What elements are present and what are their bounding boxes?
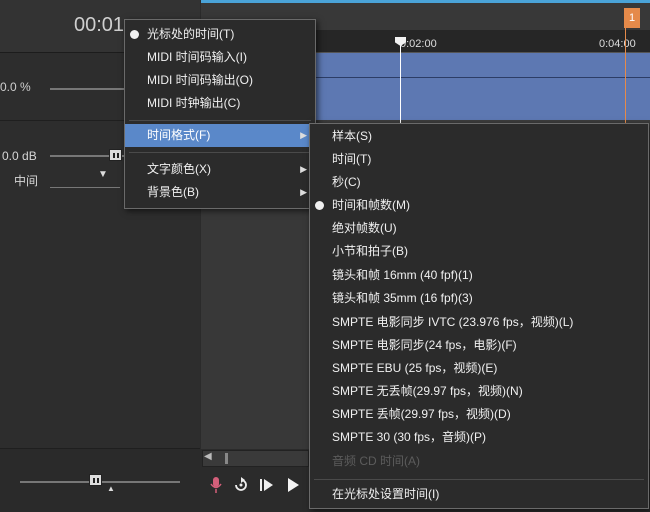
pan-mode-dropdown-line [50, 187, 120, 188]
submenu-item-smpte-ebu[interactable]: SMPTE EBU (25 fps，视频)(E) [310, 357, 648, 380]
menu-separator [129, 120, 311, 121]
master-slider-knob[interactable] [89, 474, 102, 486]
menu-separator [314, 479, 644, 480]
timeline-top-strip [201, 0, 650, 3]
submenu-item-time[interactable]: 时间(T) [310, 148, 648, 171]
radio-selected-icon [315, 201, 324, 210]
time-display-context-menu: 光标处的时间(T) MIDI 时间码输入(I) MIDI 时间码输出(O) MI… [124, 19, 316, 209]
record-icon[interactable] [205, 474, 227, 496]
menu-item-midi-timecode-in[interactable]: MIDI 时间码输入(I) [125, 46, 315, 69]
submenu-item-audio-cd-time: 音频 CD 时间(A) [332, 454, 420, 468]
submenu-arrow-icon: ▶ [300, 130, 307, 140]
submenu-item-measures-beats[interactable]: 小节和拍子(B) [310, 240, 648, 263]
horizontal-scrollbar[interactable] [202, 450, 309, 467]
submenu-arrow-icon: ▶ [300, 187, 307, 197]
submenu-item-smpte-30[interactable]: SMPTE 30 (30 fps，音频)(P) [310, 426, 648, 449]
volume-slider[interactable] [50, 88, 125, 90]
menu-item-midi-clock-out[interactable]: MIDI 时钟输出(C) [125, 92, 315, 115]
pan-slider-knob[interactable] [109, 149, 122, 161]
submenu-item-smpte-non-drop[interactable]: SMPTE 无丢帧(29.97 fps，视频)(N) [310, 380, 648, 403]
submenu-item-set-time-at-cursor[interactable]: 在光标处设置时间(I) [310, 483, 648, 506]
time-format-submenu: 样本(S) 时间(T) 秒(C) 时间和帧数(M) 绝对帧数(U) 小节和拍子(… [309, 123, 649, 509]
menu-separator [129, 152, 311, 153]
menu-item-midi-timecode-out[interactable]: MIDI 时间码输出(O) [125, 69, 315, 92]
scroll-left-icon[interactable]: ◀ [204, 451, 212, 462]
submenu-item-smpte-film[interactable]: SMPTE 电影同步(24 fps，电影)(F) [310, 334, 648, 357]
menu-item-time-at-cursor[interactable]: 光标处的时间(T) [125, 23, 315, 46]
time-display[interactable]: 00:01 [74, 14, 124, 37]
playhead-line[interactable] [400, 44, 401, 124]
clip-centerline [312, 77, 650, 78]
submenu-item-samples[interactable]: 样本(S) [310, 125, 648, 148]
submenu-item-smpte-ivtc[interactable]: SMPTE 电影同步 IVTC (23.976 fps，视频)(L) [310, 311, 648, 334]
marker-line [625, 28, 626, 124]
ruler-tick-label: 0:04:00 [599, 38, 636, 50]
submenu-item-feet-frames-35mm[interactable]: 镜头和帧 35mm (16 fpf)(3) [310, 287, 648, 310]
volume-value: 0.0 % [0, 80, 31, 94]
scrollbar-thumb[interactable] [225, 453, 228, 464]
loop-icon[interactable] [230, 474, 252, 496]
submenu-item-seconds[interactable]: 秒(C) [310, 171, 648, 194]
play-from-start-icon[interactable] [256, 474, 278, 496]
menu-item-time-format[interactable]: 时间格式(F) ▶ [125, 124, 315, 147]
audio-clip[interactable] [312, 53, 650, 120]
menu-item-text-color[interactable]: 文字颜色(X) ▶ [125, 158, 315, 181]
submenu-item-time-and-frames[interactable]: 时间和帧数(M) [310, 194, 648, 217]
pan-mode-value[interactable]: 中间 [14, 172, 38, 189]
submenu-item-feet-frames-16mm[interactable]: 镜头和帧 16mm (40 fpf)(1) [310, 264, 648, 287]
menu-item-background-color[interactable]: 背景色(B) ▶ [125, 181, 315, 204]
marker-flag[interactable]: 1 [624, 8, 640, 28]
play-icon[interactable] [282, 474, 304, 496]
submenu-item-smpte-drop[interactable]: SMPTE 丢帧(29.97 fps，视频)(D) [310, 403, 648, 426]
submenu-item-absolute-frames[interactable]: 绝对帧数(U) [310, 217, 648, 240]
submenu-arrow-icon: ▶ [300, 164, 307, 174]
chevron-down-icon[interactable]: ▼ [98, 169, 108, 180]
radio-selected-icon [130, 30, 139, 39]
triangle-up-icon: ▲ [107, 484, 115, 493]
pan-db-value: 0.0 dB [2, 149, 37, 163]
